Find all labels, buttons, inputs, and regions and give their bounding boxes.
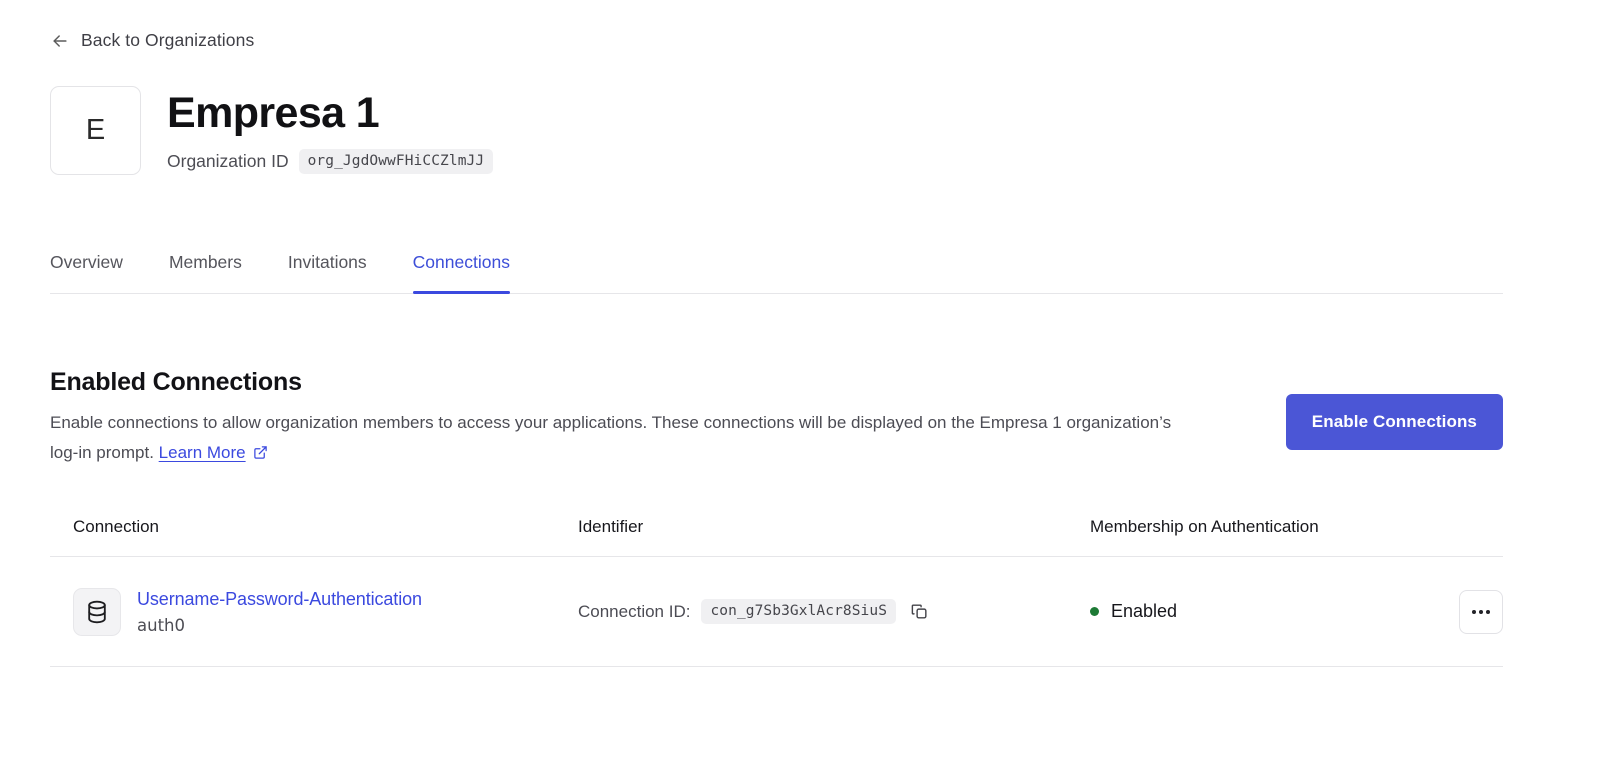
learn-more-link[interactable]: Learn More <box>159 443 246 462</box>
page-title: Empresa 1 <box>167 89 380 137</box>
connection-names: Username-Password-Authentication auth0 <box>137 589 422 635</box>
connection-cell: Username-Password-Authentication auth0 <box>50 587 578 636</box>
ellipsis-icon-dot <box>1472 609 1476 614</box>
arrow-left-icon <box>50 31 70 51</box>
tab-connections[interactable]: Connections <box>412 252 511 294</box>
tab-members[interactable]: Members <box>169 252 242 293</box>
status-badge: Enabled <box>1111 601 1178 621</box>
organization-id-value[interactable]: org_JgdOwwFHiCCZlmJJ <box>298 149 494 174</box>
copy-icon[interactable] <box>907 600 931 624</box>
back-to-organizations-link[interactable]: Back to Organizations <box>50 30 254 51</box>
avatar: E <box>50 86 141 175</box>
section-title: Enabled Connections <box>50 368 302 396</box>
organization-id-label: Organization ID <box>167 151 289 171</box>
table-header-row: Connection Identifier Membership on Auth… <box>50 517 1503 557</box>
connection-strategy: auth0 <box>137 615 185 635</box>
connection-id-label: Connection ID: <box>578 601 691 621</box>
back-link-label: Back to Organizations <box>81 30 255 50</box>
connection-id-value[interactable]: con_g7Sb3GxlAcr8SiuS <box>701 599 897 624</box>
column-header-identifier: Identifier <box>578 517 644 536</box>
organization-id-row: Organization ID org_JgdOwwFHiCCZlmJJ <box>167 149 494 174</box>
status-dot-icon <box>1090 607 1099 616</box>
organization-header: E Empresa 1 Organization ID org_JgdOwwFH… <box>50 86 494 175</box>
connections-table: Connection Identifier Membership on Auth… <box>50 517 1503 667</box>
identifier-cell: Connection ID: con_g7Sb3GxlAcr8SiuS <box>578 599 1070 624</box>
row-actions-button[interactable] <box>1459 589 1503 634</box>
database-icon <box>73 587 121 636</box>
ellipsis-icon-dot <box>1479 609 1483 614</box>
column-header-membership: Membership on Authentication <box>1090 517 1319 536</box>
tab-overview[interactable]: Overview <box>50 252 123 293</box>
external-link-icon[interactable] <box>253 440 268 459</box>
organization-meta: Empresa 1 Organization ID org_JgdOwwFHiC… <box>167 86 494 174</box>
section-description: Enable connections to allow organization… <box>50 408 1200 468</box>
tab-invitations[interactable]: Invitations <box>288 252 367 293</box>
organization-connections-page: Back to Organizations E Empresa 1 Organi… <box>0 0 1600 775</box>
enable-connections-button[interactable]: Enable Connections <box>1285 394 1503 450</box>
table-row: Username-Password-Authentication auth0 C… <box>50 557 1503 667</box>
row-actions-cell <box>1423 589 1503 634</box>
membership-status-cell: Enabled <box>1070 601 1423 622</box>
ellipsis-icon-dot <box>1486 609 1490 614</box>
connection-name-link[interactable]: Username-Password-Authentication <box>137 589 422 610</box>
column-header-connection: Connection <box>73 517 160 536</box>
organization-tabs: Overview Members Invitations Connections <box>50 252 1503 294</box>
